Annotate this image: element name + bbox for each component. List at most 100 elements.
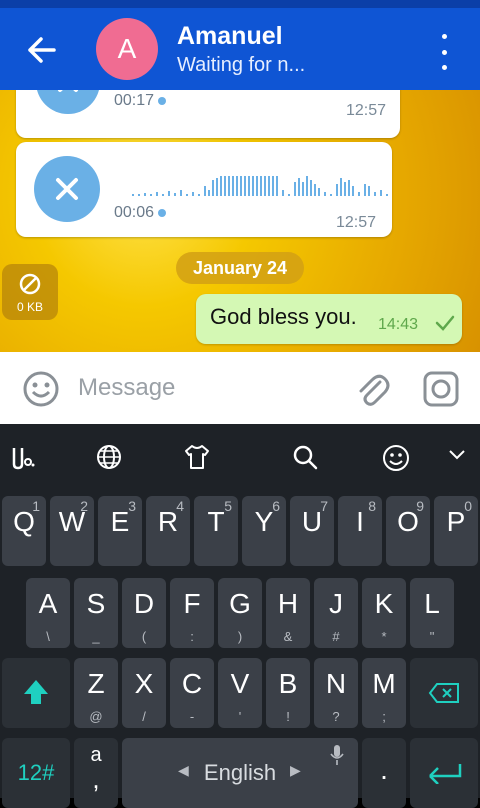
more-options-icon[interactable]	[430, 34, 458, 70]
key-number: 1	[32, 498, 40, 514]
key-d[interactable]: D(	[122, 578, 166, 648]
key-z[interactable]: Z @	[74, 658, 118, 728]
key-l[interactable]: L "	[410, 578, 454, 648]
key-number: 5	[224, 498, 232, 514]
camera-icon[interactable]	[422, 370, 460, 413]
enter-arrow-icon	[429, 764, 462, 784]
key-n[interactable]: N?	[314, 658, 358, 728]
collapse-keyboard-icon[interactable]	[448, 448, 466, 467]
key-number: 8	[368, 498, 376, 514]
search-icon[interactable]	[292, 444, 318, 475]
microphone-icon	[330, 745, 344, 765]
key-symbol: !	[286, 709, 290, 724]
period-label: .	[380, 754, 388, 785]
sent-check-icon	[435, 315, 455, 331]
key-number: 6	[272, 498, 280, 514]
symbols-label: 12#	[17, 760, 55, 785]
attach-icon[interactable]	[354, 368, 390, 413]
avatar-letter: A	[117, 33, 137, 64]
key-label: V	[230, 668, 250, 699]
backspace-key[interactable]	[410, 658, 478, 728]
cancel-download-icon[interactable]	[34, 156, 100, 222]
key-label: A	[38, 588, 58, 619]
shift-key[interactable]	[2, 658, 70, 728]
key-label: C	[181, 668, 203, 699]
key-h[interactable]: H &	[266, 578, 310, 648]
key-o[interactable]: O9	[386, 496, 430, 566]
file-attachment[interactable]: 0 KB	[2, 264, 58, 320]
key-k[interactable]: K *	[362, 578, 406, 648]
key-symbol: -	[189, 709, 195, 724]
key-symbol: #	[332, 629, 340, 644]
emoji-icon[interactable]	[22, 370, 60, 413]
voice-message-1[interactable]: 00:17 12:57	[16, 90, 400, 138]
file-size: 0 KB	[16, 300, 43, 314]
key-number: 9	[416, 498, 424, 514]
key-i[interactable]: I8	[338, 496, 382, 566]
key-symbol: "	[429, 629, 435, 644]
voice-duration: 00:06	[114, 204, 155, 221]
contact-name[interactable]: Amanuel	[177, 22, 283, 51]
key-t[interactable]: T5	[194, 496, 238, 566]
voice-duration: 00:17	[114, 92, 155, 109]
key-label: F	[183, 588, 201, 619]
key-symbol: &	[283, 629, 293, 644]
key-x[interactable]: X /	[122, 658, 166, 728]
key-symbol: :	[190, 629, 194, 644]
key-s[interactable]: S _	[74, 578, 118, 648]
keyboard-toolbar	[0, 424, 480, 490]
key-b[interactable]: B!	[266, 658, 310, 728]
key-symbol: \	[46, 629, 50, 644]
backspace-icon	[428, 683, 459, 703]
key-e[interactable]: E3	[98, 496, 142, 566]
key-label: N	[325, 668, 347, 699]
key-symbol: ?	[332, 709, 340, 724]
cancel-icon	[19, 273, 41, 295]
key-y[interactable]: Y6	[242, 496, 286, 566]
key-j[interactable]: J #	[314, 578, 358, 648]
language-right-arrow-icon: ▶	[290, 762, 301, 778]
handwriting-icon[interactable]	[10, 444, 36, 475]
key-f[interactable]: F:	[170, 578, 214, 648]
chat-header: A Amanuel Waiting for n...	[0, 8, 480, 90]
key-label: K	[374, 588, 394, 619]
key-label: J	[329, 588, 343, 619]
key-label: G	[229, 588, 251, 619]
key-label: X	[134, 668, 154, 699]
back-arrow-icon[interactable]	[22, 32, 62, 68]
key-label: L	[424, 588, 440, 619]
key-number: 3	[128, 498, 136, 514]
date-separator: January 24	[176, 252, 304, 284]
key-c[interactable]: C-	[170, 658, 214, 728]
key-symbol: *	[381, 629, 387, 644]
message-text: God bless you.	[210, 304, 357, 329]
chat-area[interactable]: 00:17 12:57 00:06 12:57 January 24 0 KB …	[0, 90, 480, 352]
key-m[interactable]: M;	[362, 658, 406, 728]
theme-shirt-icon[interactable]	[184, 444, 210, 475]
voice-message-2[interactable]: 00:06 12:57	[16, 142, 392, 237]
message-time: 12:57	[336, 214, 377, 231]
key-q[interactable]: Q1	[2, 496, 46, 566]
key-w[interactable]: W2	[50, 496, 94, 566]
language-label: English	[203, 760, 277, 785]
message-time: 14:43	[378, 316, 419, 333]
message-time: 12:57	[346, 102, 387, 119]
cancel-download-icon[interactable]	[36, 90, 100, 114]
key-symbol: (	[141, 629, 147, 644]
key-r[interactable]: R4	[146, 496, 190, 566]
key-symbol: ;	[382, 709, 386, 724]
message-input[interactable]	[78, 370, 338, 406]
key-number: 2	[80, 498, 88, 514]
key-u[interactable]: U7	[290, 496, 334, 566]
key-g[interactable]: G)	[218, 578, 262, 648]
key-label: Z	[87, 668, 105, 699]
key-p[interactable]: P0	[434, 496, 478, 566]
emoji-keyboard-icon[interactable]	[382, 444, 410, 477]
key-v[interactable]: V '	[218, 658, 262, 728]
key-symbol: /	[142, 709, 146, 724]
avatar[interactable]: A	[96, 18, 158, 80]
globe-icon[interactable]	[96, 444, 122, 475]
key-label: H	[277, 588, 299, 619]
outgoing-message[interactable]: God bless you. 14:43	[196, 294, 462, 344]
key-a[interactable]: A \	[26, 578, 70, 648]
